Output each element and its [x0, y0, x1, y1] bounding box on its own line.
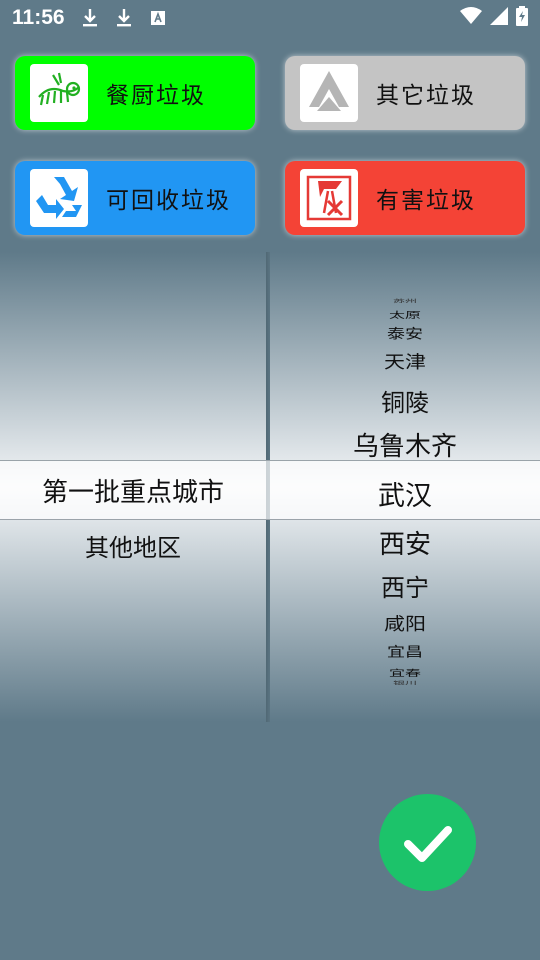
- picker-item[interactable]: 天津: [270, 348, 540, 374]
- picker-item[interactable]: 西宁: [270, 568, 540, 603]
- fish-bone-icon: [30, 64, 88, 122]
- picker-item[interactable]: 苏州: [270, 297, 540, 304]
- status-bar: 11:56: [0, 0, 540, 36]
- category-label: 可回收垃圾: [106, 188, 231, 214]
- city-picker: 第一批重点城市 其他地区 苏州 太原 泰安 天津 铜陵 乌鲁木齐 武汉 西安 西…: [0, 252, 540, 722]
- status-time: 11:56: [12, 6, 65, 29]
- picker-item[interactable]: 银川: [270, 679, 540, 686]
- battery-icon: [516, 6, 528, 30]
- category-button-hazardous[interactable]: 有害垃圾: [285, 161, 525, 235]
- download-icon: [113, 7, 135, 29]
- picker-item[interactable]: 太原: [270, 307, 540, 320]
- hazard-icon: [300, 169, 358, 227]
- text-icon: [147, 7, 169, 29]
- category-button-other[interactable]: 其它垃圾: [285, 56, 525, 130]
- category-label: 其它垃圾: [376, 83, 476, 109]
- wifi-icon: [460, 7, 482, 29]
- picker-item-selected[interactable]: 武汉: [270, 474, 540, 513]
- picker-item[interactable]: 咸阳: [270, 610, 540, 636]
- picker-item[interactable]: 宜春: [270, 665, 540, 678]
- picker-item[interactable]: 铜陵: [270, 383, 540, 418]
- check-icon: [403, 825, 452, 862]
- picker-item[interactable]: 乌鲁木齐: [270, 426, 540, 463]
- category-button-recyclable[interactable]: 可回收垃圾: [15, 161, 255, 235]
- category-label: 有害垃圾: [376, 188, 476, 214]
- picker-item[interactable]: 宜昌: [270, 641, 540, 661]
- confirm-button[interactable]: [379, 794, 476, 891]
- picker-item[interactable]: 西安: [270, 524, 540, 561]
- picker-item[interactable]: 泰安: [270, 323, 540, 343]
- picker-item[interactable]: 其他地区: [0, 528, 266, 563]
- picker-item-selected[interactable]: 第一批重点城市: [0, 472, 266, 509]
- recycle-icon: [30, 169, 88, 227]
- signal-icon: [490, 7, 508, 29]
- download-icon: [79, 7, 101, 29]
- category-label: 餐厨垃圾: [106, 83, 206, 109]
- category-button-kitchen[interactable]: 餐厨垃圾: [15, 56, 255, 130]
- recycle-triangle-icon: [300, 64, 358, 122]
